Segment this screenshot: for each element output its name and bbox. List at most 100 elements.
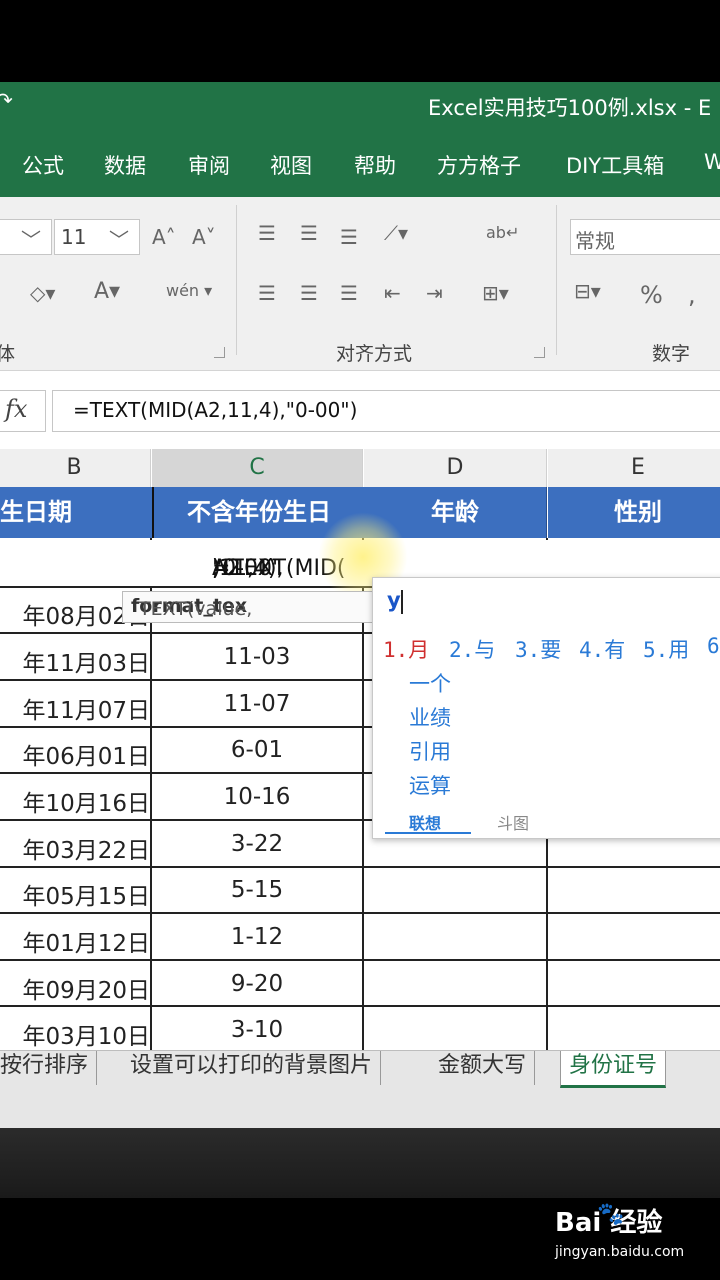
decrease-font-icon[interactable]: A˅: [192, 225, 216, 249]
formula-bar: fx =TEXT(MID(A2,11,4),"0-00"): [0, 371, 720, 447]
watermark-url: jingyan.baidu.com: [555, 1244, 685, 1260]
cell-birthday-no-year[interactable]: 11-07: [152, 691, 362, 717]
cell-birthdate[interactable]: 年06月01日: [0, 737, 150, 771]
tab-formulas[interactable]: 公式: [22, 150, 64, 180]
formula-input[interactable]: =TEXT(MID(A2,11,4),"0-00"): [52, 390, 720, 432]
ime-candidate[interactable]: 3.要: [515, 634, 561, 664]
align-left-icon[interactable]: ☰: [258, 281, 276, 305]
font-size-value: 11: [61, 225, 87, 249]
number-format-box[interactable]: 常规: [570, 219, 720, 255]
font-color-icon[interactable]: A▾: [94, 279, 120, 304]
comma-style-icon[interactable]: ,: [688, 281, 696, 309]
formula-text: =TEXT(MID(A2,11,4),"0-00"): [73, 398, 358, 422]
header-cell-gender[interactable]: 性别: [548, 487, 720, 538]
tab-diy-toolbox[interactable]: DIY工具箱: [566, 150, 664, 180]
tooltip-function: TEXT(value,: [139, 598, 253, 620]
ime-suggestion[interactable]: 运算: [409, 770, 451, 800]
ime-suggestion[interactable]: 一个: [409, 668, 451, 698]
status-area: [0, 1128, 720, 1198]
cell-birthdate[interactable]: 年11月07日: [0, 691, 150, 725]
column-header-e[interactable]: E: [548, 449, 720, 488]
ime-suggestion[interactable]: 业绩: [409, 702, 451, 732]
chevron-down-icon: ﹀: [21, 228, 41, 252]
ime-candidate-window[interactable]: y 1.月 2.与 3.要 4.有 5.用 6 一个 业绩 引用 运算 联想 斗…: [372, 577, 720, 839]
separator: [236, 205, 237, 355]
align-top-icon[interactable]: ☰: [258, 221, 276, 245]
cell-birthday-no-year[interactable]: 6-01: [152, 737, 362, 763]
cell-birthday-no-year[interactable]: 1-12: [152, 924, 362, 950]
redo-arrow-icon[interactable]: ↷: [0, 88, 13, 112]
cell-birthday-no-year[interactable]: 9-20: [152, 971, 362, 997]
tab-help[interactable]: 帮助: [354, 150, 396, 180]
alignment-dialog-launcher[interactable]: [534, 347, 545, 358]
cell-birthday-no-year[interactable]: 10-16: [152, 784, 362, 810]
cell-birthdate[interactable]: 年11月03日: [0, 644, 150, 678]
decrease-indent-icon[interactable]: ⇤: [384, 281, 401, 305]
function-tooltip[interactable]: TEXT(value, format_tex: [122, 591, 382, 623]
ime-candidate[interactable]: 1.月: [383, 634, 429, 664]
cell-birthdate[interactable]: 年01月12日: [0, 924, 150, 958]
merge-center-icon[interactable]: ⊞▾: [482, 281, 509, 305]
tab-view[interactable]: 视图: [270, 150, 312, 180]
group-label-font: 体: [0, 343, 16, 365]
font-dialog-launcher[interactable]: [214, 347, 225, 358]
cell-birthday-no-year[interactable]: 5-15: [152, 877, 362, 903]
ime-candidate[interactable]: 4.有: [579, 634, 625, 664]
worksheet-grid[interactable]: B C D E 生日期 不含年份生日 年龄 性别 =TEXT(MID(A2,11…: [0, 447, 720, 1050]
header-cell-birthdate[interactable]: 生日期: [0, 487, 153, 538]
cell-birthday-no-year[interactable]: 11-03: [152, 644, 362, 670]
ime-suggestion[interactable]: 引用: [409, 736, 451, 766]
ime-input-text: y: [387, 588, 401, 612]
align-center-icon[interactable]: ☰: [300, 281, 318, 305]
ribbon-tab-bar: 公式 数据 审阅 视图 帮助 方方格子 DIY工具箱 W: [0, 132, 720, 197]
sheet-tab-id-number[interactable]: 身份证号: [560, 1051, 667, 1088]
ime-candidate[interactable]: 2.与: [449, 634, 495, 664]
sheet-tab-print-background[interactable]: 设置可以打印的背景图片: [122, 1051, 382, 1085]
ribbon: ﹀ 11 ﹀ A˄ A˅ ◇▾ A▾ wén ▾ 体 ☰ ☰ ☰ ⟋▾ ab↵ …: [0, 197, 720, 371]
align-right-icon[interactable]: ☰: [340, 281, 358, 305]
ime-tab-stickers[interactable]: 斗图: [497, 810, 529, 834]
cell-birthday-no-year[interactable]: 3-22: [152, 831, 362, 857]
ime-tab-association[interactable]: 联想: [409, 810, 441, 834]
cell-birthdate[interactable]: 年09月20日: [0, 971, 150, 1005]
insert-function-button[interactable]: fx: [0, 390, 46, 432]
column-header-d[interactable]: D: [364, 449, 547, 488]
orientation-icon[interactable]: ⟋▾: [384, 221, 408, 245]
phonetic-icon[interactable]: wén ▾: [166, 281, 212, 300]
tab-data[interactable]: 数据: [104, 150, 146, 180]
ime-candidate[interactable]: 5.用: [643, 634, 689, 664]
column-header-b[interactable]: B: [0, 449, 151, 488]
cell-birthdate[interactable]: 年03月22日: [0, 831, 150, 865]
cell-birthdate[interactable]: 年10月16日: [0, 784, 150, 818]
column-header-c[interactable]: C: [152, 449, 363, 489]
font-size-box[interactable]: 11 ﹀: [54, 219, 140, 255]
align-bottom-icon[interactable]: ☰: [340, 225, 358, 249]
fx-icon: fx: [5, 395, 28, 423]
window-title: Excel实用技巧100例.xlsx - E: [428, 96, 712, 120]
group-label-alignment: 对齐方式: [336, 343, 413, 365]
tab-fangfang[interactable]: 方方格子: [437, 150, 521, 180]
cell-birthdate[interactable]: 年03月10日: [0, 1017, 150, 1050]
tab-more[interactable]: W: [704, 150, 720, 174]
wrap-text-icon[interactable]: ab↵: [486, 223, 519, 242]
cell-birthday-no-year[interactable]: 3-10: [152, 1017, 362, 1043]
title-bar: ↷ Excel实用技巧100例.xlsx - E: [0, 82, 720, 132]
group-label-number: 数字: [652, 343, 691, 365]
align-middle-icon[interactable]: ☰: [300, 221, 318, 245]
ime-candidate[interactable]: 6: [707, 634, 720, 658]
percent-icon[interactable]: %: [640, 281, 663, 309]
increase-indent-icon[interactable]: ⇥: [426, 281, 443, 305]
row-border: [0, 959, 720, 961]
increase-font-icon[interactable]: A˄: [152, 225, 176, 249]
fill-color-icon[interactable]: ◇▾: [30, 281, 55, 305]
baidu-jingyan-watermark: Bai 经验 🐾 jingyan.baidu.com: [555, 1200, 715, 1270]
cell-birthdate[interactable]: 年05月15日: [0, 877, 150, 911]
tab-review[interactable]: 审阅: [188, 150, 230, 180]
font-name-box[interactable]: ﹀: [0, 219, 52, 255]
separator: [556, 205, 557, 355]
paw-icon: 🐾: [597, 1202, 625, 1227]
sheet-tab-sort-by-row[interactable]: 按行排序: [0, 1051, 98, 1085]
accounting-format-icon[interactable]: ⊟▾: [574, 279, 601, 303]
sheet-tab-amount-uppercase[interactable]: 金额大写: [430, 1051, 536, 1085]
row-border: [0, 866, 720, 868]
